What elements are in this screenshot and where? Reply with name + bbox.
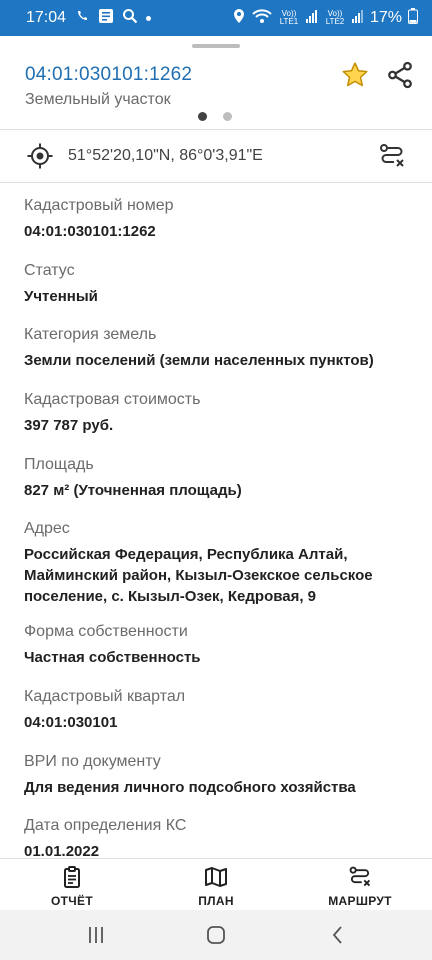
field-label: Площадь: [24, 456, 94, 473]
field-label: ВРИ по документу: [24, 753, 161, 770]
object-header: 04:01:030101:1262 Земельный участок: [0, 36, 432, 130]
back-button[interactable]: [326, 924, 350, 946]
field-value[interactable]: 04:01:030101: [24, 712, 416, 733]
route-label: МАРШРУТ: [328, 894, 392, 908]
field-cadastral-number: Кадастровый номер 04:01:030101:1262: [24, 195, 416, 242]
home-icon: [207, 926, 225, 944]
status-bar: 17:04 Vo)) LTE1 Vo)) LTE2 17%: [0, 0, 432, 36]
object-type: Земельный участок: [25, 91, 171, 108]
field-value[interactable]: 01.01.2022: [24, 841, 416, 858]
share-button[interactable]: [385, 60, 415, 90]
field-address: Адрес Российская Федерация, Республика А…: [24, 518, 416, 607]
field-label: Адрес: [24, 520, 70, 537]
home-button[interactable]: [204, 924, 228, 946]
status-time: 17:04: [26, 9, 67, 26]
favorite-button[interactable]: [340, 60, 370, 90]
field-label: Форма собственности: [24, 623, 188, 640]
coordinates-text[interactable]: 51°52'20,10"N, 86°0'3,91"E: [68, 147, 263, 165]
field-value[interactable]: Для ведения личного подсобного хозяйства: [24, 777, 416, 798]
field-label: Кадастровый квартал: [24, 688, 186, 705]
route-button[interactable]: [378, 142, 406, 170]
system-nav-bar: [0, 910, 432, 960]
field-land-category: Категория земель Земли поселений (земли …: [24, 324, 416, 371]
route-icon: [349, 866, 371, 887]
field-label: Дата определения КС: [24, 817, 187, 834]
wifi-icon: [252, 8, 272, 29]
field-area: Площадь 827 м² (Уточненная площадь): [24, 454, 416, 501]
report-button[interactable]: ОТЧЁТ: [17, 865, 127, 908]
field-valuation-date: Дата определения КС 01.01.2022: [24, 815, 416, 858]
page-dot-active[interactable]: [198, 112, 207, 121]
signal-sim2-icon: [351, 9, 364, 28]
route-bottom-button[interactable]: МАРШРУТ: [305, 865, 415, 908]
field-label: Кадастровая стоимость: [24, 391, 201, 408]
action-bar: ОТЧЁТ ПЛАН МАРШРУТ: [0, 858, 432, 910]
field-value[interactable]: 397 787 руб.: [24, 415, 416, 436]
back-icon: [332, 926, 342, 944]
gps-target-icon[interactable]: [27, 143, 53, 169]
search-icon: [122, 8, 138, 29]
field-cadastral-quarter: Кадастровый квартал 04:01:030101: [24, 686, 416, 733]
plan-label: ПЛАН: [198, 894, 234, 908]
battery-percent: 17%: [369, 9, 402, 26]
field-permitted-use: ВРИ по документу Для ведения личного под…: [24, 751, 416, 798]
field-value[interactable]: Частная собственность: [24, 647, 416, 668]
field-value[interactable]: 827 м² (Уточненная площадь): [24, 480, 416, 501]
field-ownership: Форма собственности Частная собственност…: [24, 621, 416, 668]
page-dot-inactive[interactable]: [223, 112, 232, 121]
recent-apps-icon: [89, 927, 103, 943]
field-value[interactable]: 04:01:030101:1262: [24, 221, 416, 242]
report-icon: [64, 866, 80, 888]
field-value[interactable]: Российская Федерация, Республика Алтай, …: [24, 544, 416, 607]
plan-button[interactable]: ПЛАН: [161, 865, 271, 908]
signal-sim2-label: Vo)) LTE2: [325, 9, 345, 26]
field-cadastral-value: Кадастровая стоимость 397 787 руб.: [24, 389, 416, 436]
page-indicator: [198, 112, 232, 121]
battery-icon: [408, 7, 418, 29]
coordinates-row: 51°52'20,10"N, 86°0'3,91"E: [0, 131, 432, 183]
voicemail-icon: [74, 8, 90, 29]
field-label: Категория земель: [24, 326, 157, 343]
report-label: ОТЧЁТ: [51, 894, 93, 908]
signal-sim1-label: Vo)) LTE1: [279, 9, 299, 26]
field-value[interactable]: Учтенный: [24, 286, 416, 307]
signal-sim1-icon: [305, 9, 318, 28]
field-label: Кадастровый номер: [24, 197, 174, 214]
details-list[interactable]: Кадастровый номер 04:01:030101:1262 Стат…: [0, 183, 432, 858]
location-icon: [232, 8, 246, 29]
field-value[interactable]: Земли поселений (земли населенных пункто…: [24, 350, 416, 371]
recent-apps-button[interactable]: [84, 924, 108, 946]
notification-dot-icon: [146, 15, 152, 21]
field-label: Статус: [24, 262, 75, 279]
star-outline-icon: [342, 62, 368, 87]
route-icon: [380, 144, 404, 167]
field-status: Статус Учтенный: [24, 260, 416, 307]
object-title: 04:01:030101:1262: [25, 64, 193, 85]
share-icon: [388, 61, 412, 89]
map-icon: [205, 867, 227, 887]
notes-app-icon: [98, 8, 114, 29]
